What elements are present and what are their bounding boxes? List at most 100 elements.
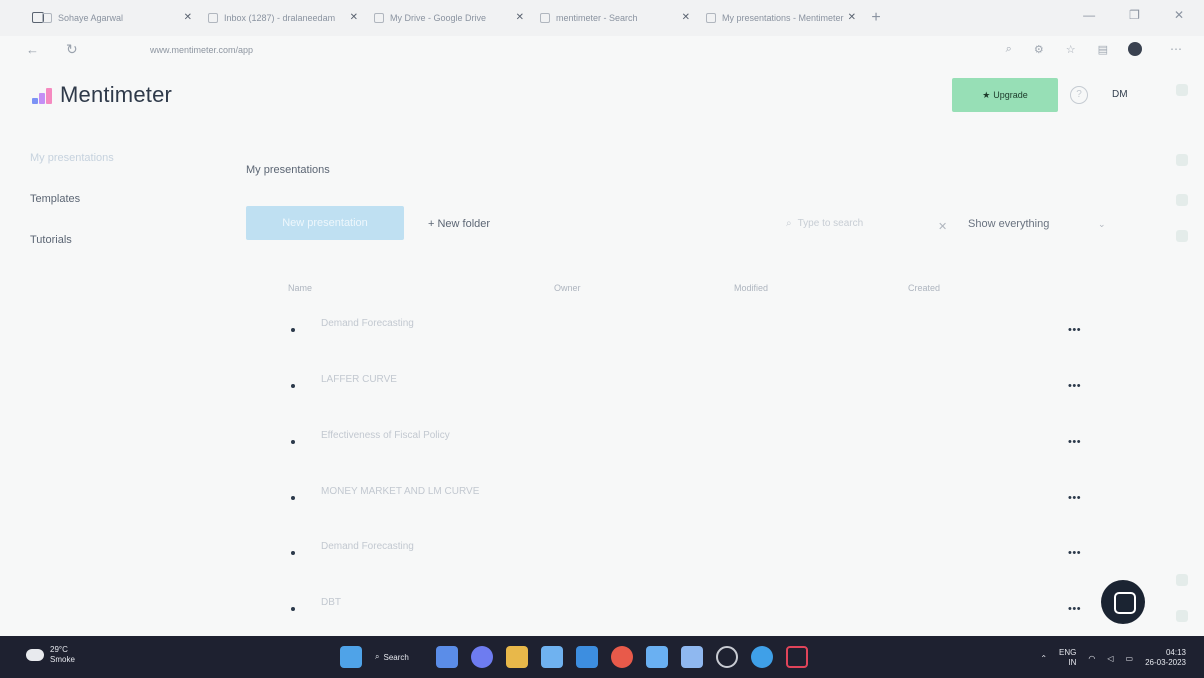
table-row[interactable]: Demand Forecasting •••	[288, 541, 1088, 561]
presentation-title[interactable]: Demand Forecasting	[321, 318, 414, 329]
close-icon[interactable]: ✕	[184, 12, 192, 23]
zoom-icon[interactable]: ⌕	[1006, 43, 1012, 56]
row-menu-button[interactable]: •••	[1068, 380, 1081, 392]
search-placeholder: Type to search	[797, 218, 864, 229]
new-tab-button[interactable]: +	[864, 9, 888, 27]
table-row[interactable]: MONEY MARKET AND LM CURVE •••	[288, 486, 1088, 506]
user-avatar[interactable]: DM	[1112, 89, 1128, 100]
new-presentation-button[interactable]: New presentation	[246, 206, 404, 240]
logo-text: Mentimeter	[60, 82, 173, 107]
sidebar-item-tutorials[interactable]: Tutorials	[30, 234, 72, 246]
back-arrow-icon[interactable]: ←	[26, 42, 39, 57]
language-indicator[interactable]: ENG	[1059, 648, 1076, 658]
presentation-title[interactable]: LAFFER CURVE	[321, 374, 397, 385]
dropbox-icon[interactable]	[646, 646, 668, 668]
address-bar: ← ↻ www.mentimeter.com/app ⌕ ⚙ ☆ ▤ ⋯	[0, 36, 1204, 66]
browser-tab[interactable]: mentimeter - Search ✕	[534, 4, 694, 32]
help-icon[interactable]: ?	[1070, 86, 1088, 104]
table-row[interactable]: LAFFER CURVE •••	[288, 374, 1088, 394]
file-explorer-icon[interactable]	[506, 646, 528, 668]
close-window-button[interactable]: ✕	[1174, 8, 1184, 22]
volume-icon[interactable]: ◁	[1107, 654, 1113, 663]
column-header-created[interactable]: Created	[908, 283, 940, 293]
tab-favicon-icon	[374, 13, 384, 23]
presentation-title[interactable]: DBT	[321, 597, 341, 608]
presentation-title[interactable]: MONEY MARKET AND LM CURVE	[321, 486, 479, 497]
tab-label: My presentations - Mentimeter	[722, 13, 844, 23]
presentation-icon	[291, 496, 295, 500]
chrome-icon[interactable]	[611, 646, 633, 668]
settings-icon[interactable]	[716, 646, 738, 668]
sidebar-item-templates[interactable]: Templates	[30, 193, 80, 205]
address-bar-icons: ⌕ ⚙ ☆ ▤	[1006, 43, 1108, 56]
presentation-icon	[291, 607, 295, 611]
presentation-title[interactable]: Effectiveness of Fiscal Policy	[321, 430, 450, 441]
chat-support-button[interactable]	[1101, 580, 1145, 624]
page-title: My presentations	[246, 164, 330, 176]
sidebar-item-my-presentations[interactable]: My presentations	[30, 152, 114, 164]
close-icon[interactable]: ✕	[350, 12, 358, 23]
collections-icon[interactable]: ▤	[1098, 43, 1108, 56]
tab-label: My Drive - Google Drive	[390, 13, 487, 23]
profile-icon[interactable]	[1128, 42, 1142, 56]
close-icon[interactable]: ✕	[516, 12, 524, 23]
security-icon[interactable]	[786, 646, 808, 668]
presentation-icon	[291, 551, 295, 555]
column-header-owner[interactable]: Owner	[554, 283, 581, 293]
browser-tab-active[interactable]: My presentations - Mentimeter ✕	[700, 4, 860, 32]
chevron-up-icon[interactable]: ⌃	[1040, 654, 1047, 663]
side-rail-icon[interactable]	[1176, 610, 1188, 622]
side-rail-icon[interactable]	[1176, 230, 1188, 242]
extensions-icon[interactable]: ⚙	[1034, 43, 1044, 56]
side-rail-icon[interactable]	[1176, 154, 1188, 166]
side-rail-icon[interactable]	[1176, 84, 1188, 96]
chat-icon[interactable]	[471, 646, 493, 668]
weather-widget[interactable]: 29°C Smoke	[26, 645, 75, 665]
minimize-button[interactable]: —	[1083, 8, 1095, 22]
table-row[interactable]: Effectiveness of Fiscal Policy •••	[288, 430, 1088, 450]
clock-time: 04:13	[1165, 648, 1186, 657]
battery-icon[interactable]: ▭	[1126, 654, 1134, 663]
row-menu-button[interactable]: •••	[1068, 436, 1081, 448]
reload-icon[interactable]: ↻	[66, 41, 78, 58]
task-view-icon[interactable]	[436, 646, 458, 668]
side-rail-icon[interactable]	[1176, 194, 1188, 206]
browser-tab[interactable]: Inbox (1287) - dralaneedam ✕	[202, 4, 362, 32]
side-rail-icon[interactable]	[1176, 574, 1188, 586]
upgrade-button[interactable]: ★ Upgrade	[952, 78, 1058, 112]
row-menu-button[interactable]: •••	[1068, 603, 1081, 615]
edge-icon[interactable]	[751, 646, 773, 668]
clock[interactable]: 04:13 26-03-2023	[1145, 648, 1186, 668]
table-row[interactable]: DBT •••	[288, 597, 1088, 617]
row-menu-button[interactable]: •••	[1068, 324, 1081, 336]
clear-search-icon[interactable]: ✕	[938, 220, 947, 233]
mentimeter-logo[interactable]: Mentimeter	[30, 82, 172, 108]
column-header-name[interactable]: Name	[288, 283, 312, 293]
logo-bars-icon	[30, 86, 56, 104]
presentation-title[interactable]: Demand Forecasting	[321, 541, 414, 552]
browser-tab[interactable]: Sohaye Agarwal ✕	[36, 4, 196, 32]
new-folder-button[interactable]: + New folder	[428, 218, 490, 230]
maximize-button[interactable]: ❐	[1129, 8, 1140, 22]
taskbar-search[interactable]: ⌕ Search	[375, 652, 423, 662]
tab-favicon-icon	[540, 13, 550, 23]
table-row[interactable]: Demand Forecasting •••	[288, 318, 1088, 338]
mail-icon[interactable]	[576, 646, 598, 668]
browser-tab[interactable]: My Drive - Google Drive ✕	[368, 4, 528, 32]
close-icon[interactable]: ✕	[848, 12, 856, 23]
row-menu-button[interactable]: •••	[1068, 492, 1081, 504]
chevron-down-icon[interactable]: ⌄	[1098, 219, 1106, 230]
favorites-icon[interactable]: ☆	[1066, 43, 1076, 56]
row-menu-button[interactable]: •••	[1068, 547, 1081, 559]
close-icon[interactable]: ✕	[682, 12, 690, 23]
store-icon[interactable]	[541, 646, 563, 668]
windows-start-icon[interactable]	[340, 646, 362, 668]
more-options-icon[interactable]: ⋯	[1170, 42, 1182, 56]
search-input[interactable]: ⌕ Type to search	[786, 218, 863, 229]
url-field[interactable]: www.mentimeter.com/app	[150, 45, 253, 55]
wifi-icon[interactable]: ◠	[1088, 654, 1095, 663]
filter-select[interactable]: Show everything	[968, 218, 1049, 230]
column-header-modified[interactable]: Modified	[734, 283, 768, 293]
browser-tab-bar: Sohaye Agarwal ✕ Inbox (1287) - dralaneed…	[0, 0, 1204, 36]
app-icon[interactable]	[681, 646, 703, 668]
